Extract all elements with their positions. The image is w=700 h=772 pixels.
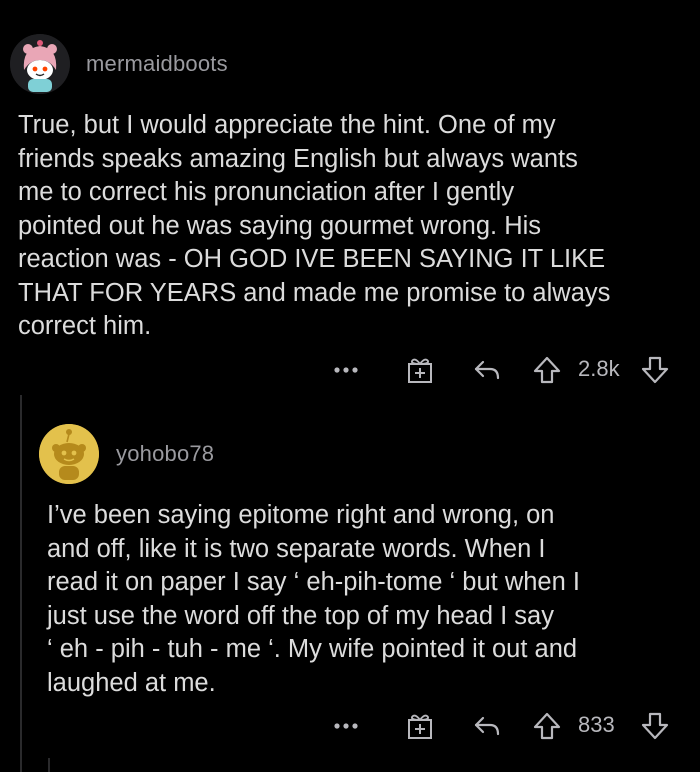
award-button[interactable] (403, 352, 437, 388)
upvote-button[interactable] (530, 352, 564, 388)
more-dots-icon (334, 367, 358, 373)
reply-arrow-icon (474, 716, 500, 736)
comment-body: True, but I would appreciate the hint. O… (18, 111, 611, 340)
more-options-button[interactable] (332, 352, 360, 388)
username[interactable]: yohobo78 (116, 441, 214, 467)
vote-count: 833 (578, 712, 615, 737)
downvote-arrow-icon (641, 712, 669, 740)
downvote-button[interactable] (638, 708, 672, 744)
reply-button[interactable] (470, 352, 504, 388)
more-options-button[interactable] (332, 708, 360, 744)
vote-count: 2.8k (578, 356, 620, 381)
reply-button[interactable] (470, 708, 504, 744)
upvote-button[interactable] (530, 708, 564, 744)
nested-thread-line (48, 758, 50, 772)
downvote-arrow-icon (641, 356, 669, 384)
user-avatar[interactable] (39, 424, 99, 484)
more-dots-icon (334, 723, 358, 729)
gift-icon (408, 714, 432, 739)
award-button[interactable] (403, 708, 437, 744)
gift-icon (408, 358, 432, 383)
reply-comment: yohobo78 I’ve been saying epitome right … (0, 395, 700, 772)
reply-arrow-icon (474, 360, 500, 380)
username[interactable]: mermaidboots (86, 51, 228, 77)
upvote-arrow-icon (533, 356, 561, 384)
comment-body: I’ve been saying epitome right and wrong… (47, 501, 580, 697)
snoo-yellow-avatar-icon (39, 424, 99, 484)
upvote-arrow-icon (533, 712, 561, 740)
snoo-pink-hood-avatar-icon (10, 34, 70, 94)
user-avatar[interactable] (10, 34, 70, 94)
comment: mermaidboots True, but I would appreciat… (0, 0, 700, 395)
downvote-button[interactable] (638, 352, 672, 388)
